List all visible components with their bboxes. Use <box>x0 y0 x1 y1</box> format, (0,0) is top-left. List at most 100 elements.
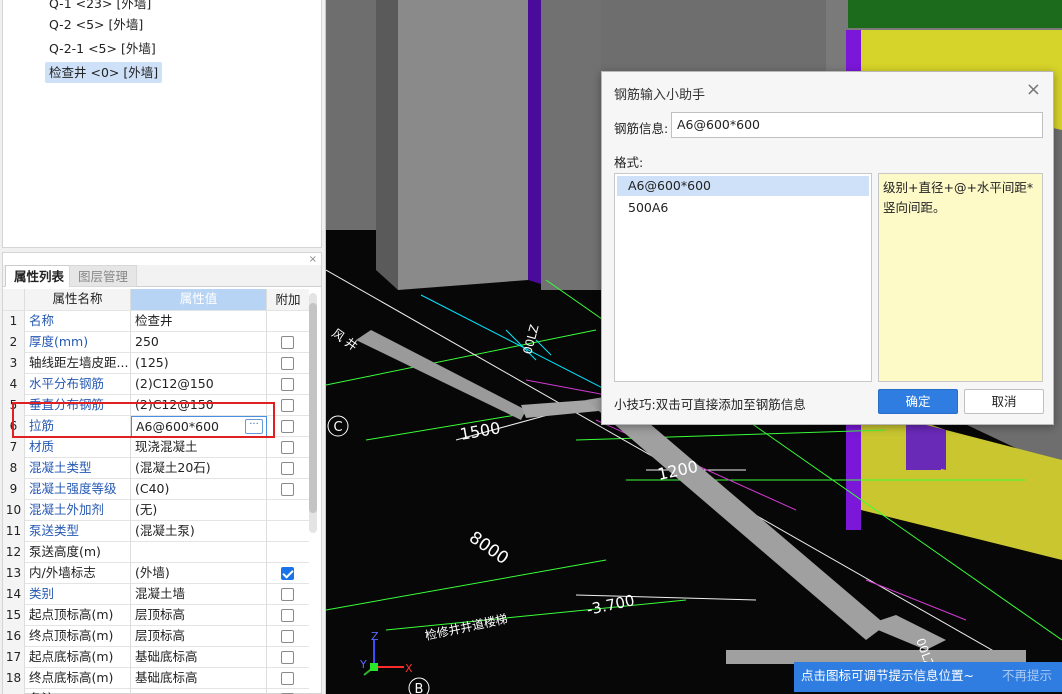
extra-cell <box>267 311 309 332</box>
extra-checkbox[interactable] <box>281 441 294 454</box>
extra-checkbox[interactable] <box>281 483 294 496</box>
extra-checkbox[interactable] <box>281 399 294 412</box>
extra-checkbox[interactable] <box>281 588 294 601</box>
table-row[interactable]: 14 类别 混凝土墙 <box>3 584 309 605</box>
row-index: 13 <box>3 563 25 584</box>
format-list[interactable]: A6@600*600 500A6 <box>614 173 872 382</box>
table-row[interactable]: 9 混凝土强度等级 (C40) <box>3 479 309 500</box>
format-description: 级别+直径+@+水平间距*竖向间距。 <box>878 173 1043 382</box>
row-index: 2 <box>3 332 25 353</box>
scrollbar-thumb[interactable] <box>309 303 317 513</box>
extra-checkbox[interactable] <box>281 567 294 580</box>
property-value[interactable]: 基础底标高 <box>131 647 267 668</box>
component-tree: Q-1 <23> [外墙] Q-2 <5> [外墙] Q-2-1 <5> [外墙… <box>2 0 322 248</box>
table-row[interactable]: 5 垂直分布钢筋 (2)C12@150 <box>3 395 309 416</box>
table-row[interactable]: 19备注 <box>3 689 309 694</box>
extra-checkbox[interactable] <box>281 357 294 370</box>
extra-checkbox[interactable] <box>281 672 294 685</box>
row-index: 9 <box>3 479 25 500</box>
property-value[interactable]: (C40) <box>131 479 267 500</box>
property-value[interactable]: 250 <box>131 332 267 353</box>
property-value[interactable]: (混凝土泵) <box>131 521 267 542</box>
property-value[interactable]: 基础底标高 <box>131 668 267 689</box>
property-value[interactable]: 现浇混凝土 <box>131 437 267 458</box>
property-value[interactable]: 层顶标高 <box>131 605 267 626</box>
extra-cell <box>267 605 309 626</box>
extra-cell <box>267 479 309 500</box>
extra-checkbox[interactable] <box>281 378 294 391</box>
property-value[interactable] <box>131 542 267 563</box>
property-value[interactable]: (外墙) <box>131 563 267 584</box>
close-icon[interactable]: × <box>309 254 317 265</box>
table-row[interactable]: 2 厚度(mm) 250 <box>3 332 309 353</box>
property-value[interactable]: (混凝土20石) <box>131 458 267 479</box>
extra-checkbox[interactable] <box>281 630 294 643</box>
ellipsis-icon[interactable]: ··· <box>245 419 263 434</box>
property-value-text: 检查井 <box>135 313 173 328</box>
property-value[interactable]: (无) <box>131 500 267 521</box>
close-icon[interactable]: × <box>1026 80 1041 100</box>
property-value[interactable]: A6@600*600 ··· <box>131 416 267 437</box>
row-index: 7 <box>3 437 25 458</box>
scrollbar[interactable] <box>309 293 317 533</box>
tab-property-list[interactable]: 属性列表 <box>5 265 74 287</box>
table-row[interactable]: 1 名称 检查井 <box>3 311 309 332</box>
tree-item-selected[interactable]: 检查井 <0> [外墙] <box>45 62 163 83</box>
row-index: 12 <box>3 542 25 563</box>
table-row[interactable]: 13 内/外墙标志 (外墙) <box>3 563 309 584</box>
axis-label-b: B <box>415 682 424 694</box>
extra-checkbox[interactable] <box>281 420 294 433</box>
cancel-button[interactable]: 取消 <box>964 389 1044 414</box>
property-value-text: (125) <box>135 355 169 370</box>
property-name: 材质 <box>25 437 131 458</box>
property-name: 厚度(mm) <box>25 332 131 353</box>
rebar-info-input[interactable]: A6@600*600 <box>671 112 1043 138</box>
table-row[interactable]: 15 起点顶标高(m) 层顶标高 <box>3 605 309 626</box>
table-row[interactable]: 16 终点顶标高(m) 层顶标高 <box>3 626 309 647</box>
table-row[interactable]: 4 水平分布钢筋 (2)C12@150 <box>3 374 309 395</box>
property-value[interactable]: 混凝土墙 <box>131 584 267 605</box>
property-value-text: 现浇混凝土 <box>135 439 198 454</box>
format-item-selected[interactable]: A6@600*600 <box>617 176 869 196</box>
row-index: 14 <box>3 584 25 605</box>
format-item[interactable]: 500A6 <box>617 198 869 218</box>
table-row[interactable]: 12 泵送高度(m) <box>3 542 309 563</box>
tab-layer-manager[interactable]: 图层管理 <box>69 265 138 287</box>
extra-checkbox[interactable] <box>281 336 294 349</box>
hint-bar[interactable]: 点击图标可调节提示信息位置~ 不再提示 <box>794 662 1062 692</box>
extra-checkbox[interactable] <box>281 462 294 475</box>
property-value[interactable]: (2)C12@150 <box>131 395 267 416</box>
rebar-info-label: 钢筋信息: <box>614 121 669 136</box>
table-row[interactable]: 18 终点底标高(m) 基础底标高 <box>3 668 309 689</box>
ok-button[interactable]: 确定 <box>878 389 958 414</box>
gizmo-x-label: X <box>405 662 413 675</box>
grid-header: 属性名称 属性值 附加 <box>3 289 309 311</box>
gizmo-z-label: Z <box>371 630 379 643</box>
property-value[interactable]: (2)C12@150 <box>131 374 267 395</box>
tree-item[interactable]: Q-1 <23> [外墙] <box>45 0 155 14</box>
extra-cell <box>267 521 309 542</box>
table-row[interactable]: 8 混凝土类型 (混凝土20石) <box>3 458 309 479</box>
extra-checkbox[interactable] <box>281 609 294 622</box>
header-value: 属性值 <box>131 289 267 310</box>
property-name: 泵送类型 <box>25 521 131 542</box>
property-value[interactable]: 检查井 <box>131 311 267 332</box>
row-index: 5 <box>3 395 25 416</box>
property-value[interactable] <box>131 689 267 694</box>
table-row[interactable]: 7 材质 现浇混凝土 <box>3 437 309 458</box>
property-value[interactable]: 层顶标高 <box>131 626 267 647</box>
header-extra: 附加 <box>275 292 301 307</box>
table-row[interactable]: 3 轴线距左墙皮距... (125) <box>3 353 309 374</box>
tree-item[interactable]: Q-2 <5> [外墙] <box>45 14 147 35</box>
tree-item[interactable]: Q-2-1 <5> [外墙] <box>45 38 160 59</box>
property-name: 混凝土强度等级 <box>25 479 131 500</box>
dont-show-again-link[interactable]: 不再提示 <box>1002 662 1052 690</box>
table-row[interactable]: 11 泵送类型 (混凝土泵) <box>3 521 309 542</box>
property-value[interactable]: (125) <box>131 353 267 374</box>
extra-cell <box>267 353 309 374</box>
table-row[interactable]: 6 拉筋 A6@600*600 ··· <box>3 416 309 437</box>
table-row[interactable]: 17 起点底标高(m) 基础底标高 <box>3 647 309 668</box>
extra-cell <box>267 584 309 605</box>
table-row[interactable]: 10 混凝土外加剂 (无) <box>3 500 309 521</box>
extra-checkbox[interactable] <box>281 651 294 664</box>
